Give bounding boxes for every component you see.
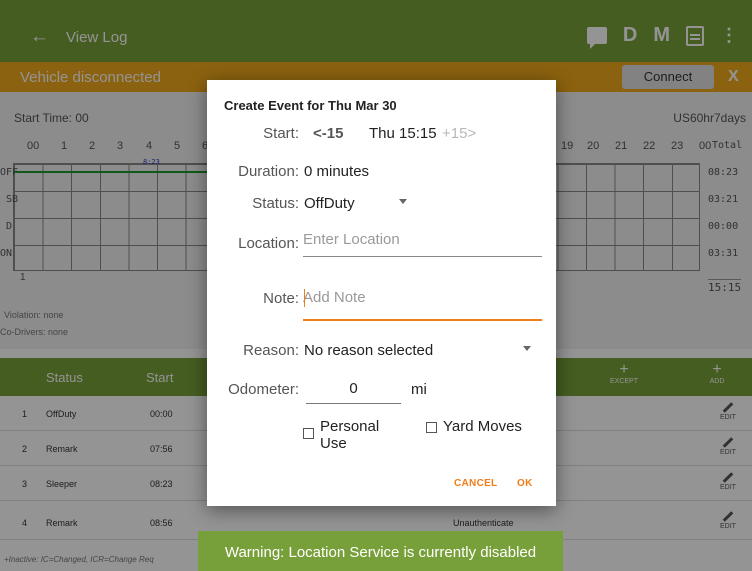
status-select[interactable]: OffDuty — [304, 195, 355, 212]
location-warning-toast: Warning: Location Service is currently d… — [198, 531, 563, 571]
note-input[interactable] — [303, 289, 542, 306]
status-dropdown-icon[interactable] — [399, 199, 407, 208]
location-label: Location: — [238, 235, 299, 252]
ok-button[interactable]: OK — [517, 478, 533, 489]
note-label: Note: — [263, 290, 299, 307]
start-value: Thu 15:15 — [369, 125, 437, 142]
yard-moves-label: Yard Moves — [443, 418, 522, 435]
personal-use-label: Personal Use — [320, 418, 380, 452]
location-input[interactable] — [303, 231, 542, 248]
location-field[interactable] — [303, 231, 542, 257]
personal-use-checkbox[interactable] — [303, 428, 314, 439]
start-label: Start: — [263, 125, 299, 142]
status-label: Status: — [252, 195, 299, 212]
start-plus-15-button[interactable]: +15> — [442, 125, 476, 142]
note-field[interactable] — [303, 287, 542, 321]
reason-select[interactable]: No reason selected — [304, 342, 433, 359]
reason-label: Reason: — [243, 342, 299, 359]
reason-dropdown-icon[interactable] — [523, 346, 531, 355]
yard-moves-checkbox[interactable] — [426, 422, 437, 433]
create-event-dialog: Create Event for Thu Mar 30 Start: <-15 … — [207, 80, 556, 506]
text-cursor — [304, 289, 305, 307]
start-minus-15-button[interactable]: <-15 — [313, 125, 343, 142]
cancel-button[interactable]: CANCEL — [454, 478, 497, 489]
duration-value: 0 minutes — [304, 163, 370, 180]
odometer-label: Odometer: — [228, 381, 299, 398]
duration-label: Duration: — [238, 163, 299, 180]
odometer-unit: mi — [411, 381, 427, 398]
dialog-title: Create Event for Thu Mar 30 — [224, 98, 397, 113]
odometer-input[interactable]: 0 — [306, 380, 401, 404]
